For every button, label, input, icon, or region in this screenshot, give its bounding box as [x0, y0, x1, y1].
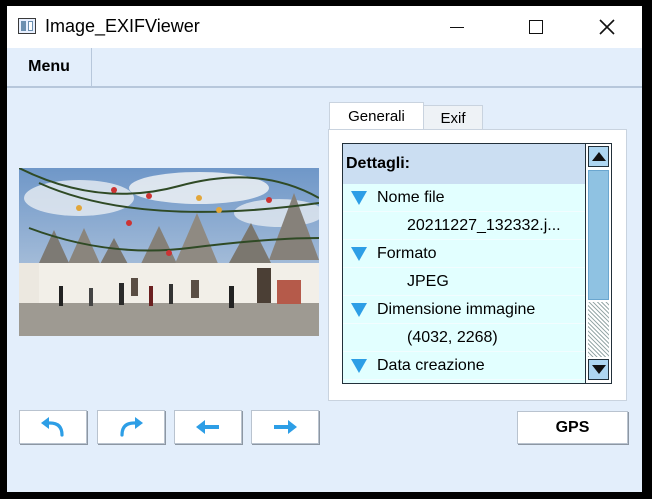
group-data-creazione[interactable]: Data creazione: [343, 352, 585, 380]
group-label: Formato: [377, 244, 437, 262]
group-formato[interactable]: Formato: [343, 240, 585, 268]
undo-arrow-icon: [41, 417, 64, 437]
maximize-icon: [529, 20, 543, 34]
group-nome-file[interactable]: Nome file: [343, 184, 585, 212]
minimize-icon: [450, 26, 464, 28]
tab-exif[interactable]: Exif: [423, 105, 483, 131]
value-dimensione-immagine: (4032, 2268): [343, 324, 585, 352]
details-items: Dettagli: Nome file 20211227_132332.j...…: [343, 144, 585, 380]
title-bar: Image_EXIFViewer: [7, 6, 642, 48]
vertical-scrollbar[interactable]: [585, 144, 611, 383]
window-title: Image_EXIFViewer: [45, 16, 200, 36]
arrow-down-icon: [591, 365, 606, 374]
undo-button[interactable]: [19, 410, 87, 444]
arrow-right-icon: [274, 420, 297, 434]
maximize-button[interactable]: [501, 6, 571, 48]
group-dimensione-immagine[interactable]: Dimensione immagine: [343, 296, 585, 324]
app-window: Image_EXIFViewer Menu Generali Exif Dett…: [7, 6, 642, 492]
arrow-up-icon: [591, 152, 606, 161]
details-list: Dettagli: Nome file 20211227_132332.j...…: [342, 143, 612, 384]
expand-triangle-icon[interactable]: [351, 246, 367, 261]
menu-button[interactable]: Menu: [7, 48, 92, 86]
scroll-down-button[interactable]: [588, 359, 609, 380]
previous-image-button[interactable]: [174, 410, 242, 444]
expand-triangle-icon[interactable]: [351, 302, 367, 317]
close-icon: [599, 19, 615, 35]
menu-bar: Menu: [7, 48, 642, 88]
scroll-up-button[interactable]: [588, 146, 609, 167]
value-formato: JPEG: [343, 268, 585, 296]
value-nome-file: 20211227_132332.j...: [343, 212, 585, 240]
expand-triangle-icon[interactable]: [351, 358, 367, 373]
group-label: Nome file: [377, 188, 445, 206]
group-label: Data creazione: [377, 356, 485, 374]
app-icon: [18, 18, 36, 34]
scroll-track[interactable]: [588, 302, 609, 357]
redo-button[interactable]: [97, 410, 165, 444]
arrow-left-icon: [196, 420, 219, 434]
details-header: Dettagli:: [343, 144, 585, 184]
group-label: Dimensione immagine: [377, 300, 536, 318]
next-image-button[interactable]: [251, 410, 319, 444]
redo-arrow-icon: [120, 417, 143, 437]
close-button[interactable]: [572, 6, 642, 48]
tab-generali[interactable]: Generali: [329, 102, 424, 130]
minimize-button[interactable]: [422, 6, 492, 48]
scroll-thumb[interactable]: [588, 170, 609, 300]
image-preview: [19, 168, 319, 336]
expand-triangle-icon[interactable]: [351, 190, 367, 205]
gps-button[interactable]: GPS: [517, 411, 628, 444]
